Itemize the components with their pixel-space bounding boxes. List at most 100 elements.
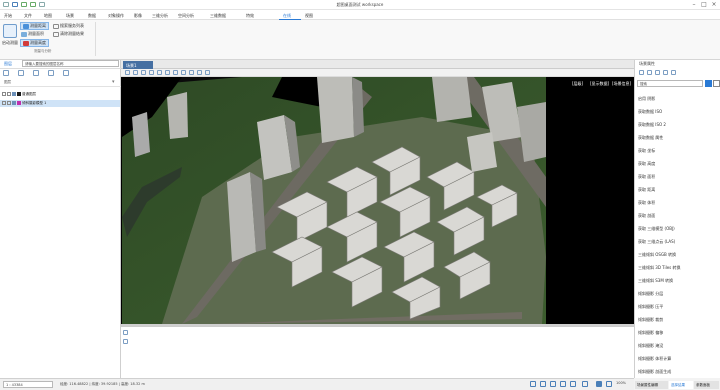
tool-item[interactable]: 三维倾斜 S3M 转换 (638, 278, 673, 284)
menu-item[interactable]: 影像 (134, 13, 142, 19)
add-layer-icon[interactable] (3, 70, 9, 76)
tool-icon[interactable] (663, 70, 668, 75)
layer-down-icon[interactable] (48, 70, 54, 76)
status-icon[interactable] (560, 381, 566, 387)
tool-item[interactable]: 获取 坐标 (638, 148, 655, 154)
measure-icon[interactable] (173, 70, 178, 75)
tool-item[interactable]: 获取 三维点云 (LAS) (638, 239, 675, 245)
tool-icon[interactable] (671, 70, 676, 75)
menu-item[interactable]: 三维分析 (152, 13, 168, 19)
tool-item[interactable]: 获取 距离 (638, 187, 655, 193)
tool-item[interactable]: 获取数据 ISO (638, 109, 662, 115)
tab-parameters[interactable]: 参数面板 (694, 381, 719, 389)
zoom-out-icon[interactable] (141, 70, 146, 75)
tab-selection[interactable]: 选择结果 (669, 381, 693, 389)
status-icon[interactable] (570, 381, 576, 387)
status-icon[interactable] (530, 381, 536, 387)
tool-item[interactable]: 倾斜摄影 体积计算 (638, 356, 671, 362)
scale-input[interactable]: 1 : 43384 (3, 381, 53, 388)
layer-search-input[interactable]: 请输入要搜索的图层名称 (22, 60, 119, 67)
tool-item[interactable]: 倾斜摄影 剖面生成 (638, 369, 671, 375)
tool-item[interactable]: 获取 体积 (638, 200, 655, 206)
tool-item[interactable]: 三维倾斜 3D Tiles 转换 (638, 265, 681, 271)
pan-icon[interactable] (125, 70, 130, 75)
search-service-button[interactable]: 搜索服务列表 (53, 23, 84, 29)
console-clear-icon[interactable] (123, 330, 128, 335)
status-icon[interactable] (582, 381, 588, 387)
layer-type-icon (12, 101, 16, 105)
layer-type-icon (12, 92, 16, 96)
select-checkbox[interactable] (7, 92, 11, 96)
camera-icon[interactable] (197, 70, 202, 75)
menu-item[interactable]: 开始 (4, 13, 12, 19)
layer-tree-item-selected[interactable]: 倾斜摄影模型 1 (0, 100, 120, 107)
select-checkbox[interactable] (7, 101, 11, 105)
layer-up-icon[interactable] (33, 70, 39, 76)
tool-item[interactable]: 三维倾斜 OSGB 转换 (638, 252, 676, 258)
menu-item[interactable]: 三维数据 (210, 13, 226, 19)
console-copy-icon[interactable] (123, 339, 128, 344)
menu-item[interactable]: 视图 (305, 13, 313, 19)
tool-search-input[interactable]: 搜索 (637, 80, 703, 87)
layer-panel-tab[interactable]: 图层 (4, 61, 12, 67)
tool-icon[interactable] (655, 70, 660, 75)
layer-name: 倾斜摄影模型 1 (22, 101, 47, 105)
menu-item[interactable]: 地图 (44, 13, 52, 19)
status-icon[interactable] (596, 381, 602, 387)
measure-distance-button[interactable]: 测量距离 (20, 22, 49, 30)
tool-item[interactable]: 倾斜摄影 淹没 (638, 343, 663, 349)
measure-area-button[interactable]: 测量面积 (21, 31, 44, 37)
tool-icon[interactable] (647, 70, 652, 75)
tool-item[interactable]: 获取 高度 (638, 161, 655, 167)
tab-scene[interactable]: 场景1 (123, 61, 153, 69)
lock-icon[interactable] (181, 70, 186, 75)
chevron-down-icon[interactable]: ▾ (112, 79, 115, 85)
zoom-in-icon[interactable] (133, 70, 138, 75)
tool-item[interactable]: 获取 三维模型 (OBJ) (638, 226, 675, 232)
eraser-icon (53, 31, 59, 37)
tool-search-button[interactable] (705, 80, 712, 87)
start-measure-icon[interactable] (3, 24, 17, 38)
tool-item[interactable]: 启用 阴影 (638, 96, 655, 102)
close-icon[interactable]: × (710, 1, 718, 8)
tool-item[interactable]: 获取数据 ISO 2 (638, 122, 666, 128)
status-icon[interactable] (540, 381, 546, 387)
tool-item[interactable]: 倾斜摄影 分层 (638, 291, 663, 297)
tool-item[interactable]: 倾斜摄影 裁剪 (638, 317, 663, 323)
menu-item[interactable]: 对象操作 (108, 13, 124, 19)
start-measure-label[interactable]: 启动测量 (2, 40, 18, 46)
tool-item[interactable]: 获取 剖面 (638, 213, 655, 219)
output-console[interactable] (121, 326, 634, 378)
tool-item[interactable]: 倾斜摄影 压平 (638, 304, 663, 310)
clear-measure-button[interactable]: 清除测量结果 (53, 31, 84, 37)
menu-item[interactable]: 特效 (246, 13, 254, 19)
minimize-icon[interactable]: – (690, 1, 698, 8)
tool-item[interactable]: 倾斜摄影 偏移 (638, 330, 663, 336)
remove-layer-icon[interactable] (18, 70, 24, 76)
refresh-icon[interactable] (157, 70, 162, 75)
fly-icon[interactable] (205, 70, 210, 75)
tab-scene-properties[interactable]: 场景属性编辑 (635, 381, 668, 389)
status-icon[interactable] (550, 381, 556, 387)
menu-item[interactable]: 场景 (66, 13, 74, 19)
layer-settings-icon[interactable] (63, 70, 69, 76)
measure-height-button[interactable]: 测量高度 (20, 39, 49, 47)
menu-item[interactable]: 文件 (24, 13, 32, 19)
visibility-checkbox[interactable] (2, 92, 6, 96)
menu-item[interactable]: 空间分析 (178, 13, 194, 19)
window-title: 超图桌面测试 workspace (336, 2, 384, 7)
full-extent-icon[interactable] (149, 70, 154, 75)
clear-measure-label: 清除测量结果 (60, 31, 84, 36)
visibility-checkbox[interactable] (2, 101, 6, 105)
maximize-icon[interactable]: □ (700, 1, 708, 8)
tool-item[interactable]: 获取 面积 (638, 174, 655, 180)
status-icon[interactable] (606, 381, 612, 387)
tool-item[interactable]: 获取数据 属性 (638, 135, 663, 141)
tool-filter-icon[interactable] (713, 80, 720, 87)
layer-tree-item[interactable]: 普通图层 (2, 92, 120, 98)
height-icon (23, 40, 29, 46)
select-icon[interactable] (165, 70, 170, 75)
tool-icon[interactable] (639, 70, 644, 75)
north-icon[interactable] (189, 70, 194, 75)
menu-item[interactable]: 数据 (88, 13, 96, 19)
